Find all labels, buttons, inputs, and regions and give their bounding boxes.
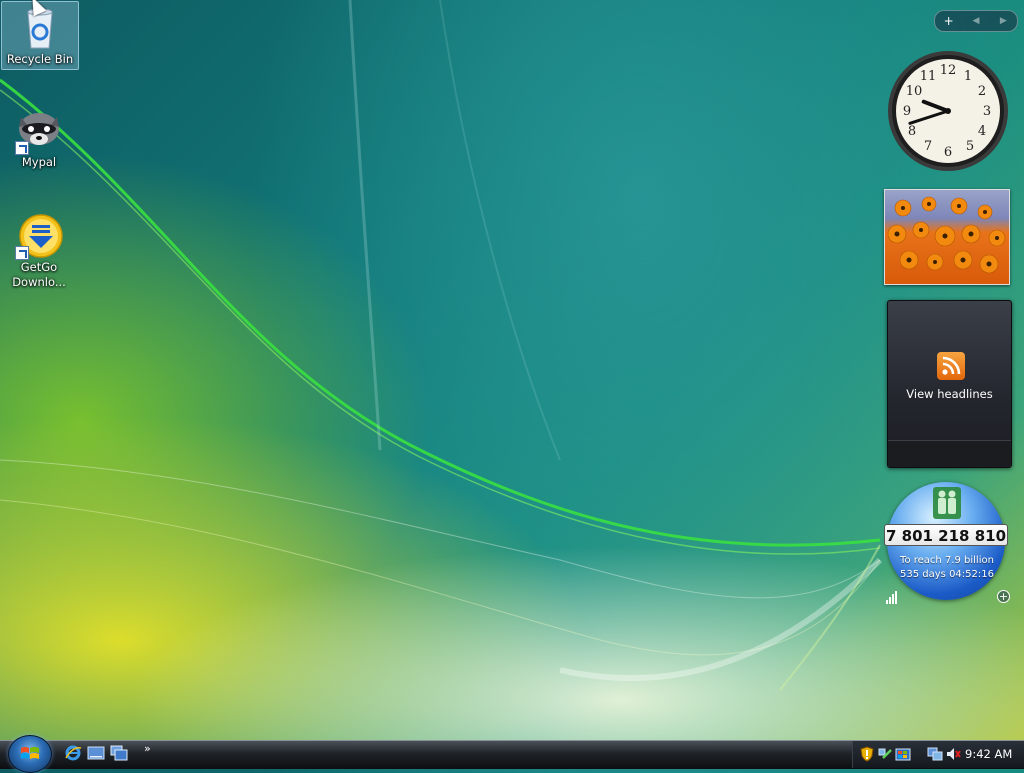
mypal-label: Mypal [21, 155, 57, 169]
svg-text:1: 1 [964, 69, 972, 84]
display-icon[interactable] [927, 746, 943, 762]
switch-windows-icon[interactable] [110, 744, 128, 762]
windows-update-icon[interactable] [895, 746, 911, 762]
taskbar-clock[interactable]: 9:42 AM [965, 747, 1012, 761]
add-gadget-button[interactable]: + [939, 14, 959, 28]
svg-text:9: 9 [903, 104, 911, 119]
orange-flowers-photo [887, 196, 1006, 274]
windows-start-orb-icon [21, 747, 39, 759]
clock-gadget[interactable]: 12 12 345 678 91011 [886, 49, 1010, 173]
recycle-bin-label: Recycle Bin [6, 52, 74, 66]
population-target: To reach 7.9 billion [900, 555, 994, 566]
population-count: 7 801 218 810 [884, 524, 1008, 546]
view-headlines-link[interactable]: View headlines [888, 387, 1011, 401]
svg-text:4: 4 [978, 124, 986, 139]
svg-text:8: 8 [908, 124, 916, 139]
start-button[interactable] [8, 735, 52, 773]
feed-footer [888, 440, 1011, 467]
next-page-button[interactable]: ▶ [993, 16, 1013, 26]
slideshow-gadget[interactable] [884, 189, 1010, 285]
shortcut-arrow-icon [15, 246, 29, 260]
signal-bars-icon[interactable] [885, 590, 899, 604]
volume-muted-icon[interactable] [945, 746, 961, 762]
mypal-raccoon-icon [15, 107, 63, 155]
internet-explorer-icon[interactable] [64, 744, 82, 762]
svg-text:5: 5 [966, 139, 974, 154]
getgo-label-line2: Downlo... [12, 275, 66, 289]
getgo-download-icon [15, 212, 63, 260]
wallpaper-waves [0, 0, 883, 691]
svg-text:11: 11 [920, 69, 937, 84]
getgo-label-line1: GetGo [20, 260, 58, 274]
people-icon [933, 487, 961, 519]
feed-headlines-gadget[interactable]: View headlines [887, 300, 1012, 468]
desktop-icon-mypal[interactable]: Mypal [1, 107, 77, 170]
sidebar-controls: + ◀ ▶ [934, 10, 1018, 32]
svg-text:3: 3 [983, 104, 991, 119]
rss-feed-icon [937, 352, 965, 380]
show-desktop-icon[interactable] [87, 744, 105, 762]
svg-text:12: 12 [940, 63, 957, 78]
quick-launch-more-button[interactable]: » [144, 742, 151, 755]
svg-text:6: 6 [944, 145, 952, 160]
population-counter-gadget[interactable]: 7 801 218 810 To reach 7.9 billion 535 d… [882, 480, 1012, 608]
shortcut-arrow-icon [15, 141, 29, 155]
svg-text:7: 7 [924, 139, 932, 154]
desktop-icon-getgo[interactable]: GetGo Downlo... [1, 212, 77, 290]
svg-text:10: 10 [906, 84, 923, 99]
network-icon[interactable] [877, 746, 893, 762]
previous-page-button[interactable]: ◀ [966, 16, 986, 26]
expand-gadget-icon[interactable]: + [997, 590, 1010, 603]
population-countdown: 535 days 04:52:16 [900, 569, 994, 580]
svg-text:2: 2 [978, 84, 986, 99]
security-shield-icon[interactable] [859, 746, 875, 762]
system-tray: 9:42 AM [852, 741, 1024, 768]
